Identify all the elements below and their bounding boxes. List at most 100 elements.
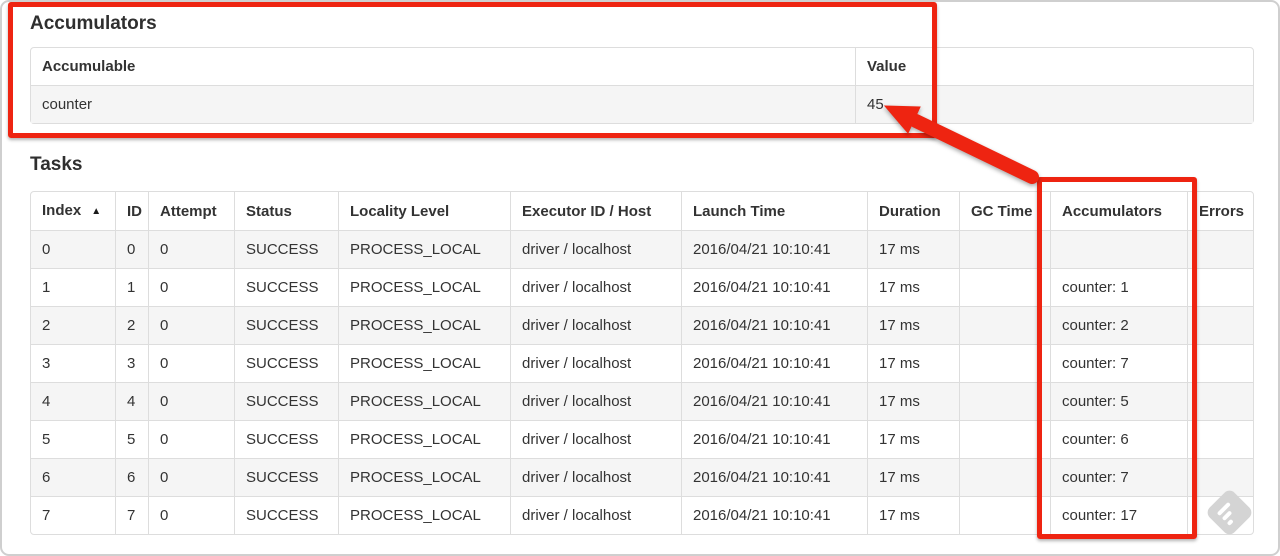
task-cell-status: SUCCESS (234, 496, 338, 534)
task-cell-launch: 2016/04/21 10:10:41 (681, 496, 867, 534)
task-row: 5 5 0 SUCCESS PROCESS_LOCAL driver / localhos… (31, 420, 1253, 458)
task-cell-executor: driver / localhost (510, 268, 681, 306)
task-cell-accumulators: counter: 7 (1050, 344, 1187, 382)
task-row: 3 3 0 SUCCESS PROCESS_LOCAL driver / localhos… (31, 344, 1253, 382)
tasks-header-row: Index ▲ ID Attempt Status Locality Level Execu… (31, 192, 1253, 230)
task-cell-executor: driver / localhost (510, 230, 681, 268)
task-cell-launch: 2016/04/21 10:10:41 (681, 230, 867, 268)
task-cell-attempt: 0 (148, 382, 234, 420)
task-cell-attempt: 0 (148, 230, 234, 268)
task-cell-status: SUCCESS (234, 382, 338, 420)
tasks-column-header-status[interactable]: Status (234, 192, 338, 230)
task-cell-accumulators: counter: 1 (1050, 268, 1187, 306)
task-cell-errors (1187, 382, 1253, 420)
task-cell-launch: 2016/04/21 10:10:41 (681, 458, 867, 496)
task-cell-locality: PROCESS_LOCAL (338, 230, 510, 268)
task-cell-attempt: 0 (148, 344, 234, 382)
task-cell-errors (1187, 268, 1253, 306)
tasks-column-header-attempt[interactable]: Attempt (148, 192, 234, 230)
tasks-column-header-launch[interactable]: Launch Time (681, 192, 867, 230)
sort-ascending-icon: ▲ (91, 206, 102, 217)
task-cell-executor: driver / localhost (510, 458, 681, 496)
task-cell-executor: driver / localhost (510, 382, 681, 420)
task-cell-gc (959, 268, 1050, 306)
task-cell-index: 1 (31, 268, 115, 306)
task-cell-id: 6 (115, 458, 148, 496)
task-cell-duration: 17 ms (867, 268, 959, 306)
task-cell-locality: PROCESS_LOCAL (338, 382, 510, 420)
task-cell-index: 2 (31, 306, 115, 344)
task-cell-status: SUCCESS (234, 458, 338, 496)
task-cell-errors (1187, 496, 1253, 534)
task-cell-duration: 17 ms (867, 420, 959, 458)
task-cell-id: 1 (115, 268, 148, 306)
accumulators-header-row: Accumulable Value (31, 48, 1253, 85)
task-cell-attempt: 0 (148, 420, 234, 458)
task-cell-locality: PROCESS_LOCAL (338, 420, 510, 458)
task-cell-executor: driver / localhost (510, 420, 681, 458)
task-row: 2 2 0 SUCCESS PROCESS_LOCAL driver / localhos… (31, 306, 1253, 344)
task-cell-accumulators: counter: 17 (1050, 496, 1187, 534)
task-cell-duration: 17 ms (867, 382, 959, 420)
task-cell-gc (959, 458, 1050, 496)
task-cell-launch: 2016/04/21 10:10:41 (681, 306, 867, 344)
task-cell-accumulators: counter: 7 (1050, 458, 1187, 496)
task-cell-executor: driver / localhost (510, 306, 681, 344)
task-cell-duration: 17 ms (867, 306, 959, 344)
task-cell-gc (959, 496, 1050, 534)
task-cell-index: 6 (31, 458, 115, 496)
tasks-column-header-errors[interactable]: Errors (1187, 192, 1253, 230)
task-cell-attempt: 0 (148, 496, 234, 534)
task-cell-launch: 2016/04/21 10:10:41 (681, 344, 867, 382)
task-cell-locality: PROCESS_LOCAL (338, 344, 510, 382)
task-cell-launch: 2016/04/21 10:10:41 (681, 268, 867, 306)
tasks-column-header-gc[interactable]: GC Time (959, 192, 1050, 230)
task-cell-executor: driver / localhost (510, 344, 681, 382)
accumulable-column-header: Accumulable (42, 58, 136, 75)
accumulators-table: Accumulable Value counter 45 (30, 47, 1254, 124)
task-cell-status: SUCCESS (234, 268, 338, 306)
task-cell-id: 5 (115, 420, 148, 458)
task-cell-duration: 17 ms (867, 496, 959, 534)
task-row: 7 7 0 SUCCESS PROCESS_LOCAL driver / localhos… (31, 496, 1253, 534)
spark-stage-page: Accumulators Accumulable Value counter 4… (0, 0, 1280, 556)
task-cell-duration: 17 ms (867, 230, 959, 268)
task-row: 0 0 0 SUCCESS PROCESS_LOCAL driver / localhos… (31, 230, 1253, 268)
task-cell-attempt: 0 (148, 268, 234, 306)
task-cell-locality: PROCESS_LOCAL (338, 496, 510, 534)
task-row: 6 6 0 SUCCESS PROCESS_LOCAL driver / localhos… (31, 458, 1253, 496)
tasks-column-header-executor[interactable]: Executor ID / Host (510, 192, 681, 230)
task-cell-accumulators: counter: 6 (1050, 420, 1187, 458)
tasks-column-header-index[interactable]: Index ▲ (31, 192, 115, 230)
tasks-column-header-duration[interactable]: Duration (867, 192, 959, 230)
task-cell-launch: 2016/04/21 10:10:41 (681, 382, 867, 420)
task-cell-accumulators: counter: 2 (1050, 306, 1187, 344)
task-cell-id: 4 (115, 382, 148, 420)
task-cell-executor: driver / localhost (510, 496, 681, 534)
task-cell-index: 5 (31, 420, 115, 458)
task-cell-accumulators (1050, 230, 1187, 268)
task-cell-duration: 17 ms (867, 458, 959, 496)
task-cell-errors (1187, 458, 1253, 496)
task-cell-attempt: 0 (148, 306, 234, 344)
task-cell-errors (1187, 306, 1253, 344)
task-cell-id: 0 (115, 230, 148, 268)
value-column-header: Value (855, 48, 1253, 85)
tasks-table: Index ▲ ID Attempt Status Locality Level Execu… (30, 191, 1254, 535)
accumulator-row: counter 45 (31, 85, 1253, 123)
task-cell-gc (959, 382, 1050, 420)
tasks-column-header-id[interactable]: ID (115, 192, 148, 230)
tasks-column-header-accumulators[interactable]: Accumulators (1050, 192, 1187, 230)
task-cell-index: 0 (31, 230, 115, 268)
task-cell-locality: PROCESS_LOCAL (338, 306, 510, 344)
accumulators-section-title: Accumulators (30, 13, 157, 34)
task-cell-index: 7 (31, 496, 115, 534)
task-cell-status: SUCCESS (234, 420, 338, 458)
task-cell-index: 4 (31, 382, 115, 420)
task-cell-id: 3 (115, 344, 148, 382)
task-cell-status: SUCCESS (234, 306, 338, 344)
tasks-column-header-locality[interactable]: Locality Level (338, 192, 510, 230)
task-cell-gc (959, 230, 1050, 268)
task-cell-status: SUCCESS (234, 230, 338, 268)
task-cell-status: SUCCESS (234, 344, 338, 382)
